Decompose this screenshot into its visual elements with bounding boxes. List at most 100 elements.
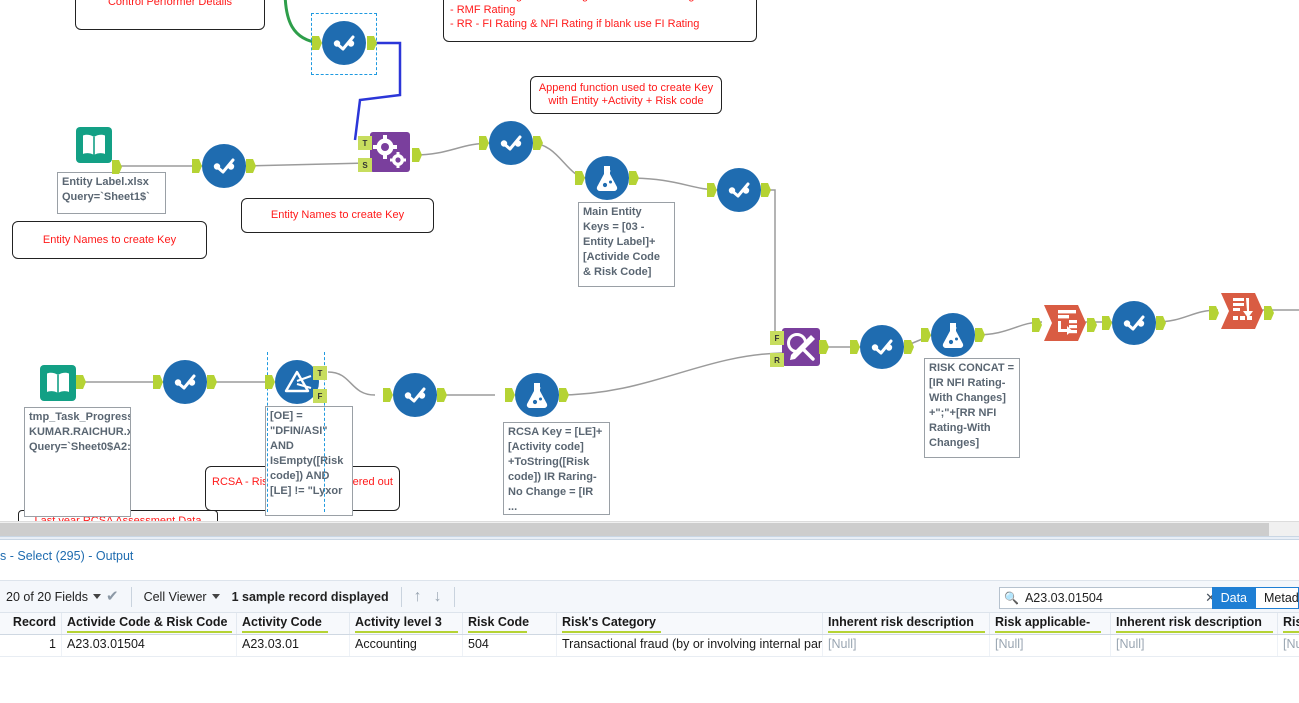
output-port[interactable]: [246, 159, 256, 173]
output-port[interactable]: [819, 340, 829, 354]
tool-select-mid[interactable]: [489, 121, 533, 165]
tab-data[interactable]: Data: [1211, 587, 1256, 609]
output-port[interactable]: [1156, 316, 1166, 330]
annotation-ratings[interactable]: - RMF Rating - IR - FI Rating & NFI Rati…: [443, 0, 757, 42]
table-cell[interactable]: [Null]: [823, 635, 990, 656]
port-label-f[interactable]: F: [313, 389, 327, 403]
column-header[interactable]: Inherent risk description: [1111, 613, 1278, 634]
tool-formula-rcsa[interactable]: [515, 373, 559, 417]
tool-find-replace[interactable]: [779, 325, 823, 369]
workflow-canvas[interactable]: Codes & Activity Owner & Regional Contro…: [0, 0, 1299, 521]
tool-transform-2[interactable]: [1219, 289, 1263, 333]
tool-select-entity[interactable]: [202, 144, 246, 188]
input-port[interactable]: [921, 328, 931, 342]
port-label-s[interactable]: S: [358, 158, 372, 172]
table-cell[interactable]: Accounting: [350, 635, 463, 656]
column-header[interactable]: Risk Code: [463, 613, 557, 634]
annotation-append-function[interactable]: Append function used to create Key with …: [530, 76, 722, 114]
scrollbar-thumb[interactable]: [0, 523, 1269, 536]
column-header[interactable]: Activity Code: [237, 613, 350, 634]
output-port[interactable]: [629, 171, 639, 185]
tool-label-rcsa-key[interactable]: RCSA Key = [LE]+[Activity code] +ToStrin…: [503, 422, 610, 515]
output-port[interactable]: [904, 340, 914, 354]
canvas-horizontal-scrollbar[interactable]: [0, 521, 1299, 536]
input-port[interactable]: [575, 171, 585, 185]
check-icon[interactable]: ✔: [106, 589, 119, 604]
output-port[interactable]: [975, 328, 985, 342]
output-port[interactable]: [761, 183, 771, 197]
column-header[interactable]: Record: [0, 613, 62, 634]
tool-input-entity-label[interactable]: [72, 123, 116, 167]
tool-formula-risk[interactable]: [931, 313, 975, 357]
results-grid[interactable]: Record Activide Code & Risk Code Activity …: [0, 613, 1299, 703]
output-port[interactable]: [437, 388, 447, 402]
port-label-t[interactable]: T: [358, 136, 372, 150]
tool-select-filter[interactable]: [393, 373, 437, 417]
table-row[interactable]: 1 A23.03.01504 A23.03.01 Accounting 504 Trans…: [0, 635, 1299, 657]
column-header[interactable]: Activity level 3: [350, 613, 463, 634]
tool-select-tmp[interactable]: [163, 360, 207, 404]
input-port[interactable]: [383, 388, 393, 402]
tool-label-risk-concat[interactable]: RISK CONCAT = [IR NFI Rating-With Change…: [924, 358, 1020, 458]
input-port[interactable]: [850, 340, 860, 354]
search-box[interactable]: 🔍 ✕: [999, 587, 1221, 609]
annotation-entity-names-key-2[interactable]: Entity Names to create Key: [12, 221, 207, 259]
column-header[interactable]: Activide Code & Risk Code: [62, 613, 237, 634]
tool-label-entity-label[interactable]: Entity Label.xlsx Query=`Sheet1$`: [57, 172, 166, 214]
tool-select-concat[interactable]: [860, 325, 904, 369]
input-port[interactable]: [1209, 306, 1219, 320]
input-port[interactable]: [505, 388, 515, 402]
tool-label-text: RCSA Key = [LE]+[Activity code] +ToStrin…: [508, 426, 603, 513]
output-port[interactable]: [76, 375, 86, 389]
column-header[interactable]: Risk: [1278, 613, 1299, 634]
next-record-button[interactable]: ↓: [428, 588, 448, 605]
fields-selector[interactable]: 20 of 20 Fields ✔: [0, 581, 125, 612]
search-icon: 🔍: [1004, 591, 1019, 605]
input-port[interactable]: [1032, 318, 1042, 332]
cell-viewer-selector[interactable]: Cell Viewer: [138, 581, 226, 612]
table-cell[interactable]: Transactional fraud (by or involving int…: [557, 635, 823, 656]
table-cell[interactable]: A23.03.01: [237, 635, 350, 656]
column-header[interactable]: Risk's Category: [557, 613, 823, 634]
annotation-codes-activity-owner[interactable]: Codes & Activity Owner & Regional Contro…: [75, 0, 265, 30]
tool-label-tmp-task-report[interactable]: tmp_Task_Progress_Report_26184_SURESH-KU…: [24, 407, 131, 517]
output-port[interactable]: [533, 136, 543, 150]
tab-metadata[interactable]: Metada: [1256, 587, 1299, 609]
output-port[interactable]: [412, 148, 422, 162]
port-label-r[interactable]: R: [770, 353, 784, 367]
tool-formula-main[interactable]: [585, 156, 629, 200]
tool-select-join[interactable]: [717, 168, 761, 212]
tool-label-main-entity-keys[interactable]: Main Entity Keys = [03 - Entity Label]+[…: [578, 202, 675, 287]
port-label-f[interactable]: F: [770, 331, 784, 345]
output-port[interactable]: [559, 388, 569, 402]
tool-input-tmp-task[interactable]: [36, 361, 80, 405]
chevron-down-icon[interactable]: [211, 594, 220, 599]
input-port[interactable]: [192, 159, 202, 173]
previous-record-button[interactable]: ↑: [408, 588, 428, 605]
annotation-line: - RMF Rating: [450, 4, 516, 16]
results-toolbar: 20 of 20 Fields ✔ Cell Viewer 1 sample r…: [0, 580, 1299, 613]
annotation-entity-names-key-1[interactable]: Entity Names to create Key: [241, 198, 434, 233]
chevron-down-icon[interactable]: [93, 594, 101, 599]
output-port[interactable]: [1264, 306, 1274, 320]
search-input[interactable]: [1022, 590, 1202, 606]
tool-append-fields[interactable]: [368, 130, 412, 174]
tool-select-top[interactable]: [322, 21, 366, 65]
output-port[interactable]: [1087, 318, 1097, 332]
input-port[interactable]: [153, 375, 163, 389]
input-port[interactable]: [707, 183, 717, 197]
table-cell[interactable]: [Nu: [1278, 635, 1299, 656]
table-cell[interactable]: 1: [0, 635, 62, 656]
input-port[interactable]: [479, 136, 489, 150]
table-cell[interactable]: 504: [463, 635, 557, 656]
input-port[interactable]: [1102, 316, 1112, 330]
tool-transform-1[interactable]: [1042, 301, 1086, 345]
table-cell[interactable]: [Null]: [990, 635, 1111, 656]
tool-select-last[interactable]: [1112, 301, 1156, 345]
output-port[interactable]: [207, 375, 217, 389]
column-header[interactable]: Inherent risk description: [823, 613, 990, 634]
table-cell[interactable]: A23.03.01504: [62, 635, 237, 656]
column-header[interactable]: Risk applicable-: [990, 613, 1111, 634]
table-cell[interactable]: [Null]: [1111, 635, 1278, 656]
port-label-t[interactable]: T: [313, 366, 327, 380]
